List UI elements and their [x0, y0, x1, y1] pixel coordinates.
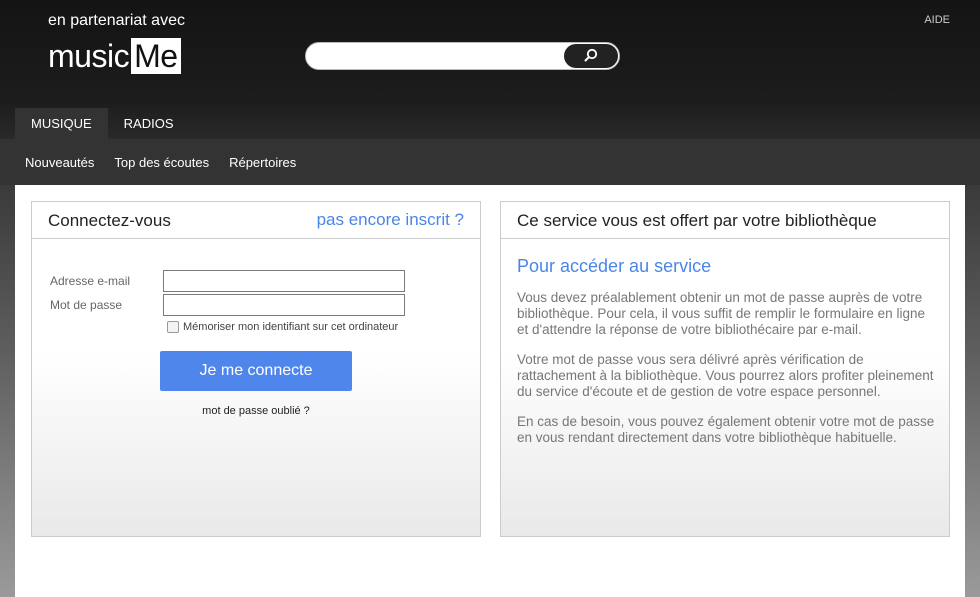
- login-panel-header: Connectez-vous pas encore inscrit ?: [32, 202, 480, 239]
- subnav-top-ecoutes[interactable]: Top des écoutes: [114, 155, 209, 170]
- main-content: Connectez-vous pas encore inscrit ? Adre…: [15, 185, 965, 597]
- service-paragraph: Vous devez préalablement obtenir un mot …: [517, 290, 925, 337]
- main-tabs: MUSIQUE RADIOS: [15, 108, 190, 139]
- logo-me-text: Me: [131, 38, 181, 74]
- login-button[interactable]: Je me connecte: [160, 351, 352, 391]
- remember-checkbox[interactable]: [167, 321, 179, 333]
- subnav-repertoires[interactable]: Répertoires: [229, 155, 296, 170]
- tab-radios[interactable]: RADIOS: [108, 108, 190, 139]
- sub-navigation: Nouveautés Top des écoutes Répertoires: [0, 139, 980, 185]
- password-label: Mot de passe: [50, 298, 123, 312]
- partner-text: en partenariat avec: [48, 12, 185, 29]
- search-bar: [305, 42, 620, 70]
- forgot-password-link[interactable]: mot de passe oublié ?: [32, 405, 480, 417]
- login-panel: Connectez-vous pas encore inscrit ? Adre…: [31, 201, 481, 537]
- tab-musique[interactable]: MUSIQUE: [15, 108, 108, 139]
- remember-me: Mémoriser mon identifiant sur cet ordina…: [167, 321, 398, 333]
- site-header: en partenariat avec music Me AIDE: [0, 0, 980, 108]
- service-title: Ce service vous est offert par votre bib…: [517, 211, 877, 230]
- logo-music-text: music: [48, 38, 130, 74]
- service-paragraph: Votre mot de passe vous sera délivré apr…: [517, 352, 934, 399]
- search-icon: [584, 48, 598, 62]
- email-label: Adresse e-mail: [50, 274, 131, 288]
- musicme-logo[interactable]: music Me: [48, 38, 181, 74]
- subnav-nouveautes[interactable]: Nouveautés: [25, 155, 94, 170]
- service-heading: Pour accéder au service: [517, 256, 712, 276]
- password-field[interactable]: [163, 294, 405, 316]
- service-paragraph: En cas de besoin, vous pouvez également …: [517, 414, 935, 445]
- search-button[interactable]: [564, 44, 618, 68]
- help-link[interactable]: AIDE: [924, 14, 950, 26]
- service-panel: Ce service vous est offert par votre bib…: [500, 201, 950, 537]
- service-panel-header: Ce service vous est offert par votre bib…: [501, 202, 949, 239]
- search-input[interactable]: [316, 46, 561, 66]
- remember-label: Mémoriser mon identifiant sur cet ordina…: [183, 321, 399, 333]
- email-field[interactable]: [163, 270, 405, 292]
- service-text: Vous devez préalablement obtenir un mot …: [517, 290, 937, 460]
- login-title: Connectez-vous: [48, 211, 171, 230]
- register-link[interactable]: pas encore inscrit ?: [317, 210, 464, 230]
